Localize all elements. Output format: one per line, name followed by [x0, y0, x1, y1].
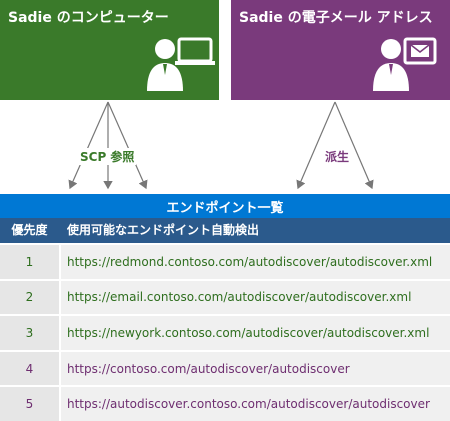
table-row: 5 https://autodiscover.contoso.com/autod… [0, 385, 450, 421]
endpoint-table: 1 https://redmond.contoso.com/autodiscov… [0, 243, 450, 421]
row-url: https://contoso.com/autodiscover/autodis… [61, 351, 450, 386]
row-priority: 1 [0, 245, 59, 279]
row-url: https://redmond.contoso.com/autodiscover… [61, 245, 450, 279]
row-url: https://newyork.contoso.com/autodiscover… [61, 316, 450, 350]
table-row: 4 https://contoso.com/autodiscover/autod… [0, 349, 450, 386]
row-priority: 5 [0, 387, 59, 421]
arrow-scp-3 [107, 101, 148, 190]
row-priority: 2 [0, 280, 59, 315]
endpoint-list-title: エンドポイント一覧 [0, 194, 450, 218]
row-priority: 3 [0, 316, 59, 350]
arrow-derive-2 [334, 101, 374, 190]
table-row: 1 https://redmond.contoso.com/autodiscov… [0, 243, 450, 279]
table-row: 2 https://email.contoso.com/autodiscover… [0, 278, 450, 315]
scp-lookup-label: SCP 参照 [78, 148, 137, 165]
header-endpoint: 使用可能なエンドポイント自動検出 [67, 223, 260, 237]
row-priority: 4 [0, 351, 59, 386]
table-row: 3 https://newyork.contoso.com/autodiscov… [0, 314, 450, 350]
arrow-scp-1 [68, 101, 109, 190]
table-header: 優先度 使用可能なエンドポイント自動検出 [0, 218, 450, 243]
row-url: https://email.contoso.com/autodiscover/a… [61, 280, 450, 315]
row-url: https://autodiscover.contoso.com/autodis… [61, 387, 450, 421]
derive-label: 派生 [323, 148, 352, 165]
arrow-derive-1 [296, 101, 336, 190]
header-priority: 優先度 [0, 218, 59, 243]
